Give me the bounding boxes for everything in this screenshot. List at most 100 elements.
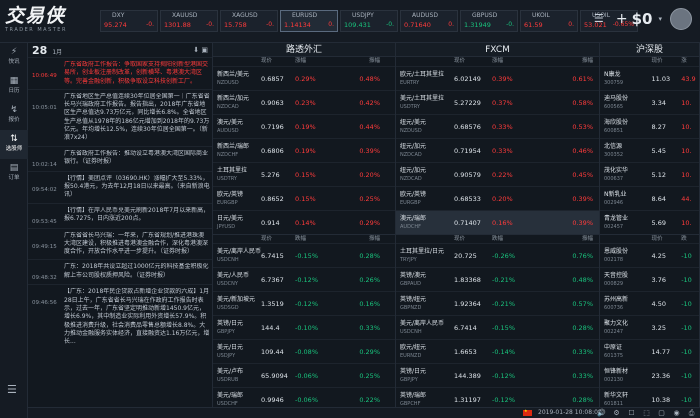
- quote-row[interactable]: 欧元/土耳其里拉 EURTRY 6.02149 0.39% 0.61%: [396, 66, 599, 90]
- quote-row[interactable]: 纽元/加元 NZDCAD 0.71954 0.33% 0.46%: [396, 138, 599, 162]
- quote-price: 5.45: [651, 146, 666, 155]
- quote-row[interactable]: 美元/日元 USDJPY 109.44 -0.08% 0.29%: [213, 339, 395, 363]
- quote-row[interactable]: 北信源 300352 5.45 10.: [600, 138, 699, 162]
- logo-subtitle: TRADER MASTER: [5, 27, 67, 33]
- quote-amplitude: 0.33%: [572, 371, 593, 380]
- quote-name: 恩威股份 002178: [600, 248, 652, 264]
- quote-row[interactable]: 海欣股份 600851 8.27 10.: [600, 114, 699, 138]
- nav-item-0[interactable]: ⚡ 快讯: [0, 43, 28, 72]
- balance-dropdown-icon[interactable]: ▾: [658, 15, 662, 23]
- quote-row[interactable]: 天音控股 000829 3.76 -10: [600, 267, 699, 291]
- quote-row[interactable]: 美元/人民币 USDCNY 6.7367 -0.12% 0.26%: [213, 267, 395, 291]
- status-icon-1[interactable]: ⚙: [609, 408, 624, 418]
- status-icon-0[interactable]: 🔊: [594, 408, 609, 418]
- quote-price: 0.90579: [454, 170, 481, 179]
- quote-row[interactable]: 英镑/日元 GBPJPY 144.389 -0.12% 0.33%: [396, 363, 599, 387]
- column-header-cell: 涨: [681, 58, 687, 64]
- quote-row[interactable]: 纽元/加元 NZDCAD 0.90579 0.22% 0.45%: [396, 162, 599, 186]
- quote-row[interactable]: 新西兰/加元 NZDCAD 0.9063 0.23% 0.42%: [213, 90, 395, 114]
- nav-item-4[interactable]: ▤ 订单: [0, 159, 28, 188]
- quote-row[interactable]: 欧元/纽元 EURNZD 1.6653 -0.14% 0.33%: [396, 339, 599, 363]
- quote-row[interactable]: 英镑/瑞郎 GBPCHF 1.31197 -0.12% 0.28%: [396, 387, 599, 407]
- quote-row[interactable]: 澳元/美元 AUDUSD 0.7196 0.19% 0.44%: [213, 114, 395, 138]
- quote-row[interactable]: 恩威股份 002178 4.25 -10: [600, 243, 699, 267]
- quote-change: 0.16%: [492, 218, 513, 227]
- quote-name: 美元/离岸人民币 USDCNH: [396, 320, 454, 336]
- quote-change: -10: [681, 299, 692, 308]
- news-item[interactable]: 09:53:45 【行情】在岸人民币兑美元刷新2018年7月以来新高，报6.727…: [28, 202, 212, 228]
- avatar[interactable]: [670, 8, 692, 30]
- quote-row[interactable]: 英镑/澳元 GBPAUD 1.83368 -0.21% 0.48%: [396, 267, 599, 291]
- ticker-dxy[interactable]: DXY 95.274 -0.: [100, 10, 158, 32]
- quote-name: 英镑/澳元 GBPAUD: [396, 272, 454, 288]
- quote-row[interactable]: 青龙管业 002457 5.69 10.: [600, 210, 699, 234]
- quote-row[interactable]: 澳元/瑞郎 AUDCHF 0.71407 0.16% 0.39%: [396, 210, 599, 234]
- quote-row[interactable]: 新西兰/美元 NZDUSD 0.6857 0.29% 0.48%: [213, 66, 395, 90]
- quote-code: GBPJPY: [217, 328, 235, 335]
- quote-row[interactable]: 纽元/美元 NZDUSD 0.68576 0.33% 0.53%: [396, 114, 599, 138]
- ticker-xagusd[interactable]: XAGUSD 15.758 -0.: [220, 10, 278, 32]
- ticker-values: 1.14134 0.: [284, 20, 334, 30]
- status-icon-5[interactable]: ◉: [669, 408, 684, 418]
- quote-row[interactable]: N新乳业 002946 8.64 44.: [600, 186, 699, 210]
- deposit-plus-button[interactable]: +: [616, 11, 628, 27]
- quote-code: USDCHF: [217, 400, 238, 407]
- quote-row[interactable]: 中原证 601375 14.77 -10: [600, 339, 699, 363]
- quote-code: 002457: [604, 223, 624, 230]
- nav-toggle-icon[interactable]: ☰: [7, 383, 17, 396]
- news-item[interactable]: 09:49:15 广东省省长马兴瑞：一年来，广东省规划/推进港珠澳大湾区建设，积极…: [28, 227, 212, 260]
- quote-row[interactable]: 新华文轩 601811 10.38 -10: [600, 387, 699, 407]
- china-flag-icon[interactable]: [523, 408, 532, 416]
- quote-row[interactable]: 土耳其里拉/日元 TRYJPY 20.725 -0.26% 0.76%: [396, 243, 599, 267]
- quote-row[interactable]: 苏州高新 600736 4.50 -10: [600, 291, 699, 315]
- quote-row[interactable]: 日元/美元 JPYUSD 0.914 0.14% 0.29%: [213, 210, 395, 234]
- quote-row[interactable]: 美元/卢布 USDRUB 65.9094 -0.06% 0.25%: [213, 363, 395, 387]
- ticker-value: 15.758: [224, 21, 247, 29]
- quote-name: 欧元/英镑 EURGBP: [213, 191, 261, 207]
- quote-row[interactable]: 美元/新加坡元 USDSGD 1.3519 -0.12% 0.16%: [213, 291, 395, 315]
- quote-row[interactable]: 美元/离岸人民币 USDCNH 6.7415 -0.15% 0.28%: [213, 243, 395, 267]
- quote-row[interactable]: 欧元/英镑 EURGBP 0.8652 0.15% 0.25%: [213, 186, 395, 210]
- quote-row[interactable]: 美元/瑞郎 USDCHF 0.9946 -0.06% 0.22%: [213, 387, 395, 407]
- news-item[interactable]: 10:05:01 广东省地区生产总值连续30年位居全国第一｜广东省省长马兴瑞政府工…: [28, 88, 212, 146]
- quote-change: 0.37%: [492, 98, 513, 107]
- quote-row[interactable]: 迪马股份 600565 3.34 10.: [600, 90, 699, 114]
- news-item[interactable]: 09:54:02 【行情】美团点评（03690.HK）涨幅扩大至5.33%，报50…: [28, 170, 212, 203]
- nav-item-2[interactable]: ↯ 报价: [0, 101, 28, 130]
- status-icon-4[interactable]: ▢: [654, 408, 669, 418]
- status-icon-6[interactable]: ⎙: [684, 408, 699, 418]
- news-item[interactable]: 10:06:49 广东省政府工作报告：争取国家支持揭阳创新型港国交易所，创业板注册…: [28, 57, 212, 89]
- quote-row[interactable]: 茂化实华 000637 5.12 10.: [600, 162, 699, 186]
- ticker-xauusd[interactable]: XAUUSD 1301.88 -0.: [160, 10, 218, 32]
- news-item[interactable]: 09:48:32 广东：2018年共设立超过1000亿元的科技基金积极化解上市公司…: [28, 259, 212, 284]
- news-item[interactable]: 09:46:56 【广东：2018年民企贷款占新增企业贷款的六成】1月28日上午，…: [28, 284, 212, 349]
- menu-icon[interactable]: ☰: [594, 13, 606, 25]
- quote-row[interactable]: N康龙 300759 11.03 43.9: [600, 66, 699, 90]
- status-icon-3[interactable]: ⬚: [639, 408, 654, 418]
- news-item[interactable]: 10:02:14 广东省政府工作报告：推动设立粤港澳大湾区国际商业银行。（证券时报…: [28, 145, 212, 171]
- ticker-usdjpy[interactable]: USDJPY 109.431 -0.: [340, 10, 398, 32]
- nav-item-1[interactable]: ▦ 日历: [0, 72, 28, 101]
- quote-row[interactable]: 英镑/纽元 GBPNZD 1.92364 -0.21% 0.57%: [396, 291, 599, 315]
- quote-row[interactable]: 新西兰/瑞郎 NZDCHF 0.6806 0.19% 0.39%: [213, 138, 395, 162]
- quote-row[interactable]: 聚力文化 002247 3.25 -10: [600, 315, 699, 339]
- nav-item-3[interactable]: ⇅ 选股师: [0, 130, 28, 159]
- quote-change: -0.21%: [492, 299, 515, 308]
- quote-cn-name: 迪马股份: [604, 94, 629, 102]
- quote-row[interactable]: 美元/离岸人民币 USDCNH 6.7414 -0.15% 0.28%: [396, 315, 599, 339]
- quote-row[interactable]: 美元/土耳其里拉 USDTRY 5.27229 0.37% 0.58%: [396, 90, 599, 114]
- nav-icon: ▦: [9, 76, 19, 86]
- column-header-cell: 现价: [651, 58, 663, 64]
- status-icon-2[interactable]: ☐: [624, 408, 639, 418]
- news-tools-icons[interactable]: ⬇ ▣: [193, 46, 208, 54]
- quote-row[interactable]: 欧元/英镑 EURGBP 0.68533 0.20% 0.39%: [396, 186, 599, 210]
- quote-change: -10: [681, 323, 692, 332]
- quote-row[interactable]: 英镑/日元 GBPJPY 144.4 -0.10% 0.33%: [213, 315, 395, 339]
- ticker-ukoil[interactable]: UKOIL 61.59 0.: [520, 10, 578, 32]
- ticker-eurusd[interactable]: EURUSD 1.14134 0.: [280, 10, 338, 32]
- quote-row[interactable]: 恒锋新材 002130 23.36 -10: [600, 363, 699, 387]
- ticker-gbpusd[interactable]: GBPUSD 1.31949 -0.: [460, 10, 518, 32]
- nav-label: 报价: [8, 117, 20, 123]
- quote-row[interactable]: 土耳其里拉 USDTRY 5.276 0.15% 0.20%: [213, 162, 395, 186]
- ticker-audusd[interactable]: AUDUSD 0.71640 0.: [400, 10, 458, 32]
